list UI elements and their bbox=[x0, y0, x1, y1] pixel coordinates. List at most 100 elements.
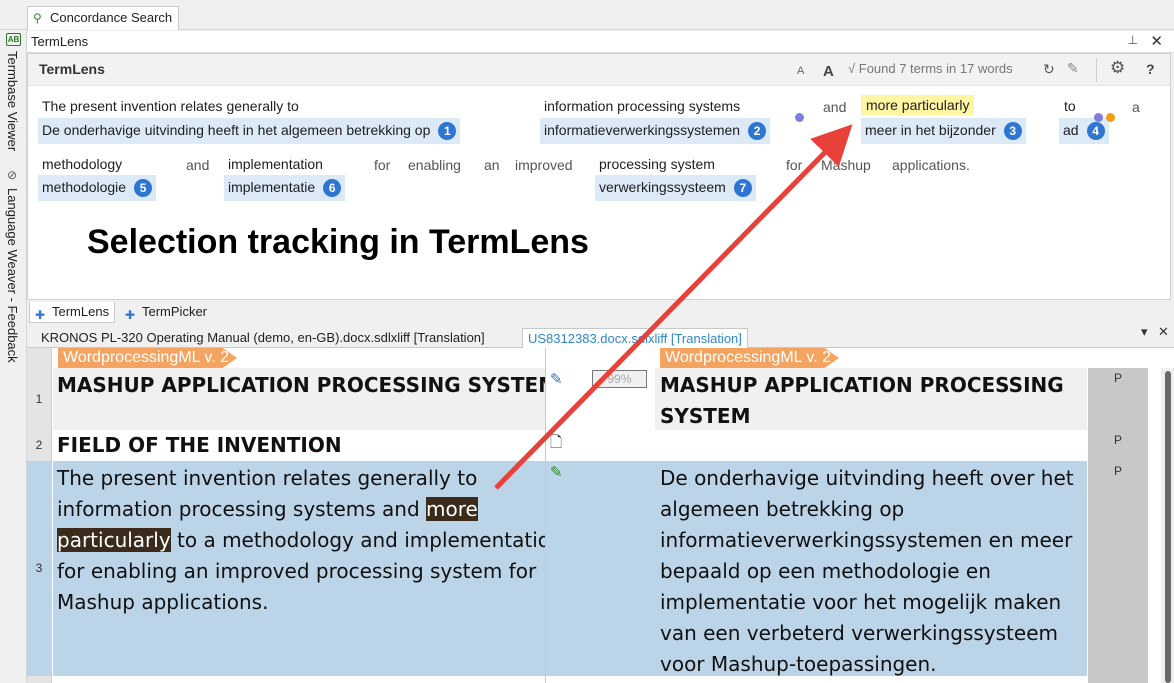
term-target-3[interactable]: meer in het bijzonder 3 bbox=[861, 118, 1026, 144]
term-source-2: information processing systems bbox=[544, 98, 741, 114]
scrollbar-thumb[interactable] bbox=[1165, 371, 1171, 683]
document-icon: 🗋 bbox=[550, 434, 563, 451]
term-source-5: methodology bbox=[42, 156, 123, 172]
puzzle-icon: ✚ bbox=[125, 308, 136, 322]
gear-icon[interactable]: ⚙ bbox=[1110, 58, 1125, 78]
language-weaver-icon[interactable]: ⊘ bbox=[7, 168, 17, 182]
segment-row-2[interactable]: 2 FIELD OF THE INVENTION 🗋 P bbox=[27, 430, 1155, 461]
plain-word: applications. bbox=[892, 157, 970, 173]
match-percentage: 99% bbox=[592, 370, 647, 388]
term-number-badge: 6 bbox=[323, 179, 342, 197]
segment-status bbox=[1088, 676, 1148, 683]
tab-document-us8312383-label: US8312383.docx.sdlxliff [Translation] bbox=[528, 331, 742, 346]
term-target-2[interactable]: informatieverwerkingssystemen 2 bbox=[540, 118, 771, 144]
term-warning-dot bbox=[1106, 113, 1115, 122]
plain-word: and bbox=[186, 157, 210, 173]
structure-tag-row: WordprocessingML v. 2 WordprocessingML v… bbox=[27, 348, 1155, 368]
font-larger-button[interactable]: A bbox=[823, 63, 834, 80]
segment-status: P bbox=[1088, 430, 1148, 461]
source-segment[interactable]: MASHUP APPLICATION PROCESSING SYSTEM bbox=[53, 368, 567, 430]
target-structure-tag: WordprocessingML v. 2 bbox=[660, 348, 839, 368]
selection-tracking-caption: Selection tracking in TermLens bbox=[87, 223, 589, 261]
target-segment[interactable] bbox=[655, 430, 1087, 461]
font-smaller-button[interactable]: A bbox=[797, 65, 804, 77]
plain-word: for bbox=[374, 157, 391, 173]
segment-number: 2 bbox=[27, 430, 52, 461]
found-terms-status: √ Found 7 terms in 17 words bbox=[848, 61, 1013, 76]
term-target-2-text: informatieverwerkingssystemen bbox=[544, 122, 741, 138]
source-segment-active[interactable]: The present invention relates generally … bbox=[53, 461, 567, 676]
refresh-icon[interactable]: ↻ bbox=[1043, 61, 1055, 78]
plain-word: enabling bbox=[408, 157, 461, 173]
segment-status: P bbox=[1088, 368, 1148, 430]
term-number-badge: 2 bbox=[748, 122, 767, 140]
termlens-window-header: TermLens ⊥ ✕ bbox=[27, 31, 1174, 53]
puzzle-icon: ✚ bbox=[35, 308, 46, 322]
term-source-6: implementation bbox=[228, 156, 323, 172]
tab-termpicker[interactable]: ✚ TermPicker bbox=[120, 302, 212, 323]
term-target-3-text: meer in het bijzonder bbox=[865, 122, 996, 138]
close-icon[interactable]: ✕ bbox=[1150, 32, 1163, 50]
term-target-1-text: De onderhavige uitvinding heeft in het a… bbox=[42, 122, 431, 138]
term-number-badge: 3 bbox=[1003, 122, 1022, 140]
plain-word: for bbox=[786, 157, 803, 173]
term-number-badge: 4 bbox=[1086, 122, 1105, 140]
tab-termlens-label: TermLens bbox=[52, 304, 110, 319]
target-segment[interactable]: MASHUP APPLICATION PROCESSING SYSTEM bbox=[655, 368, 1087, 430]
match-cell: 🗋 bbox=[545, 430, 655, 461]
term-target-7-text: verwerkingssysteem bbox=[599, 179, 726, 195]
termlens-toolbar: TermLens A A √ Found 7 terms in 17 words… bbox=[28, 54, 1170, 86]
tab-document-kronos-label: KRONOS PL-320 Operating Manual (demo, en… bbox=[41, 330, 485, 345]
segment-row-partial bbox=[27, 676, 1155, 683]
pencil-icon: ✎ bbox=[550, 371, 563, 388]
term-target-4[interactable]: ad 4 bbox=[1059, 118, 1109, 144]
term-number-badge: 1 bbox=[438, 122, 457, 140]
tab-concordance-search-label: Concordance Search bbox=[50, 10, 173, 25]
tab-document-us8312383[interactable]: US8312383.docx.sdlxliff [Translation] bbox=[522, 328, 748, 349]
left-dock-strip: AB Termbase Viewer ⊘ Language Weaver - F… bbox=[0, 30, 27, 683]
tab-document-kronos[interactable]: KRONOS PL-320 Operating Manual (demo, en… bbox=[36, 328, 490, 349]
source-segment[interactable]: FIELD OF THE INVENTION bbox=[53, 430, 567, 461]
source-text-before: The present invention relates generally … bbox=[57, 466, 478, 521]
term-target-5[interactable]: methodologie 5 bbox=[38, 175, 157, 201]
target-segment-active[interactable]: De onderhavige uitvinding heeft over het… bbox=[655, 461, 1087, 676]
term-source-3-highlighted: more particularly bbox=[861, 95, 975, 115]
term-source-4: to bbox=[1064, 98, 1076, 114]
help-button[interactable]: ? bbox=[1146, 61, 1155, 77]
term-target-4-text: ad bbox=[1063, 122, 1079, 138]
term-target-6[interactable]: implementatie 6 bbox=[224, 175, 346, 201]
tab-termlens[interactable]: ✚ TermLens bbox=[29, 302, 116, 323]
term-target-7[interactable]: verwerkingssysteem 7 bbox=[595, 175, 756, 201]
term-target-5-text: methodologie bbox=[42, 179, 127, 195]
segment-status: P bbox=[1088, 461, 1148, 676]
translation-editor-grid: WordprocessingML v. 2 WordprocessingML v… bbox=[27, 348, 1174, 683]
column-divider bbox=[545, 348, 546, 683]
term-target-6-text: implementatie bbox=[228, 179, 316, 195]
top-tab-strip: ⚲ Concordance Search bbox=[0, 0, 1174, 30]
segment-row-1[interactable]: 1 MASHUP APPLICATION PROCESSING SYSTEM ✎… bbox=[27, 368, 1155, 430]
term-number-badge: 5 bbox=[134, 179, 153, 197]
language-weaver-tab[interactable]: Language Weaver - Feedback bbox=[5, 188, 20, 363]
source-structure-tag: WordprocessingML v. 2 bbox=[58, 348, 237, 368]
termbase-viewer-tab[interactable]: Termbase Viewer bbox=[5, 51, 20, 151]
vertical-scrollbar[interactable] bbox=[1161, 368, 1174, 683]
pin-icon[interactable]: ⊥ bbox=[1128, 33, 1138, 47]
term-info-dot bbox=[795, 113, 804, 122]
termlens-panel: TermLens A A √ Found 7 terms in 17 words… bbox=[27, 53, 1171, 300]
match-cell: ✎ 99% bbox=[545, 368, 655, 430]
tab-concordance-search[interactable]: ⚲ Concordance Search bbox=[27, 6, 180, 30]
close-document-icon[interactable]: ✕ bbox=[1158, 324, 1169, 340]
concordance-icon: ⚲ bbox=[33, 11, 42, 25]
match-cell: ✎ bbox=[545, 461, 655, 676]
row-number-cell bbox=[27, 348, 52, 368]
segment-number: 1 bbox=[27, 368, 52, 430]
segment-number bbox=[27, 676, 52, 683]
plain-word: Mashup bbox=[821, 157, 871, 173]
segment-row-3[interactable]: 3 The present invention relates generall… bbox=[27, 461, 1155, 676]
pen-icon[interactable]: ✎ bbox=[1067, 60, 1079, 77]
chevron-down-icon[interactable]: ▾ bbox=[1141, 324, 1148, 340]
term-target-1[interactable]: De onderhavige uitvinding heeft in het a… bbox=[38, 118, 461, 144]
term-source-7: processing system bbox=[599, 156, 715, 172]
plain-word: a bbox=[1132, 99, 1140, 115]
termbase-viewer-icon[interactable]: AB bbox=[6, 33, 21, 46]
